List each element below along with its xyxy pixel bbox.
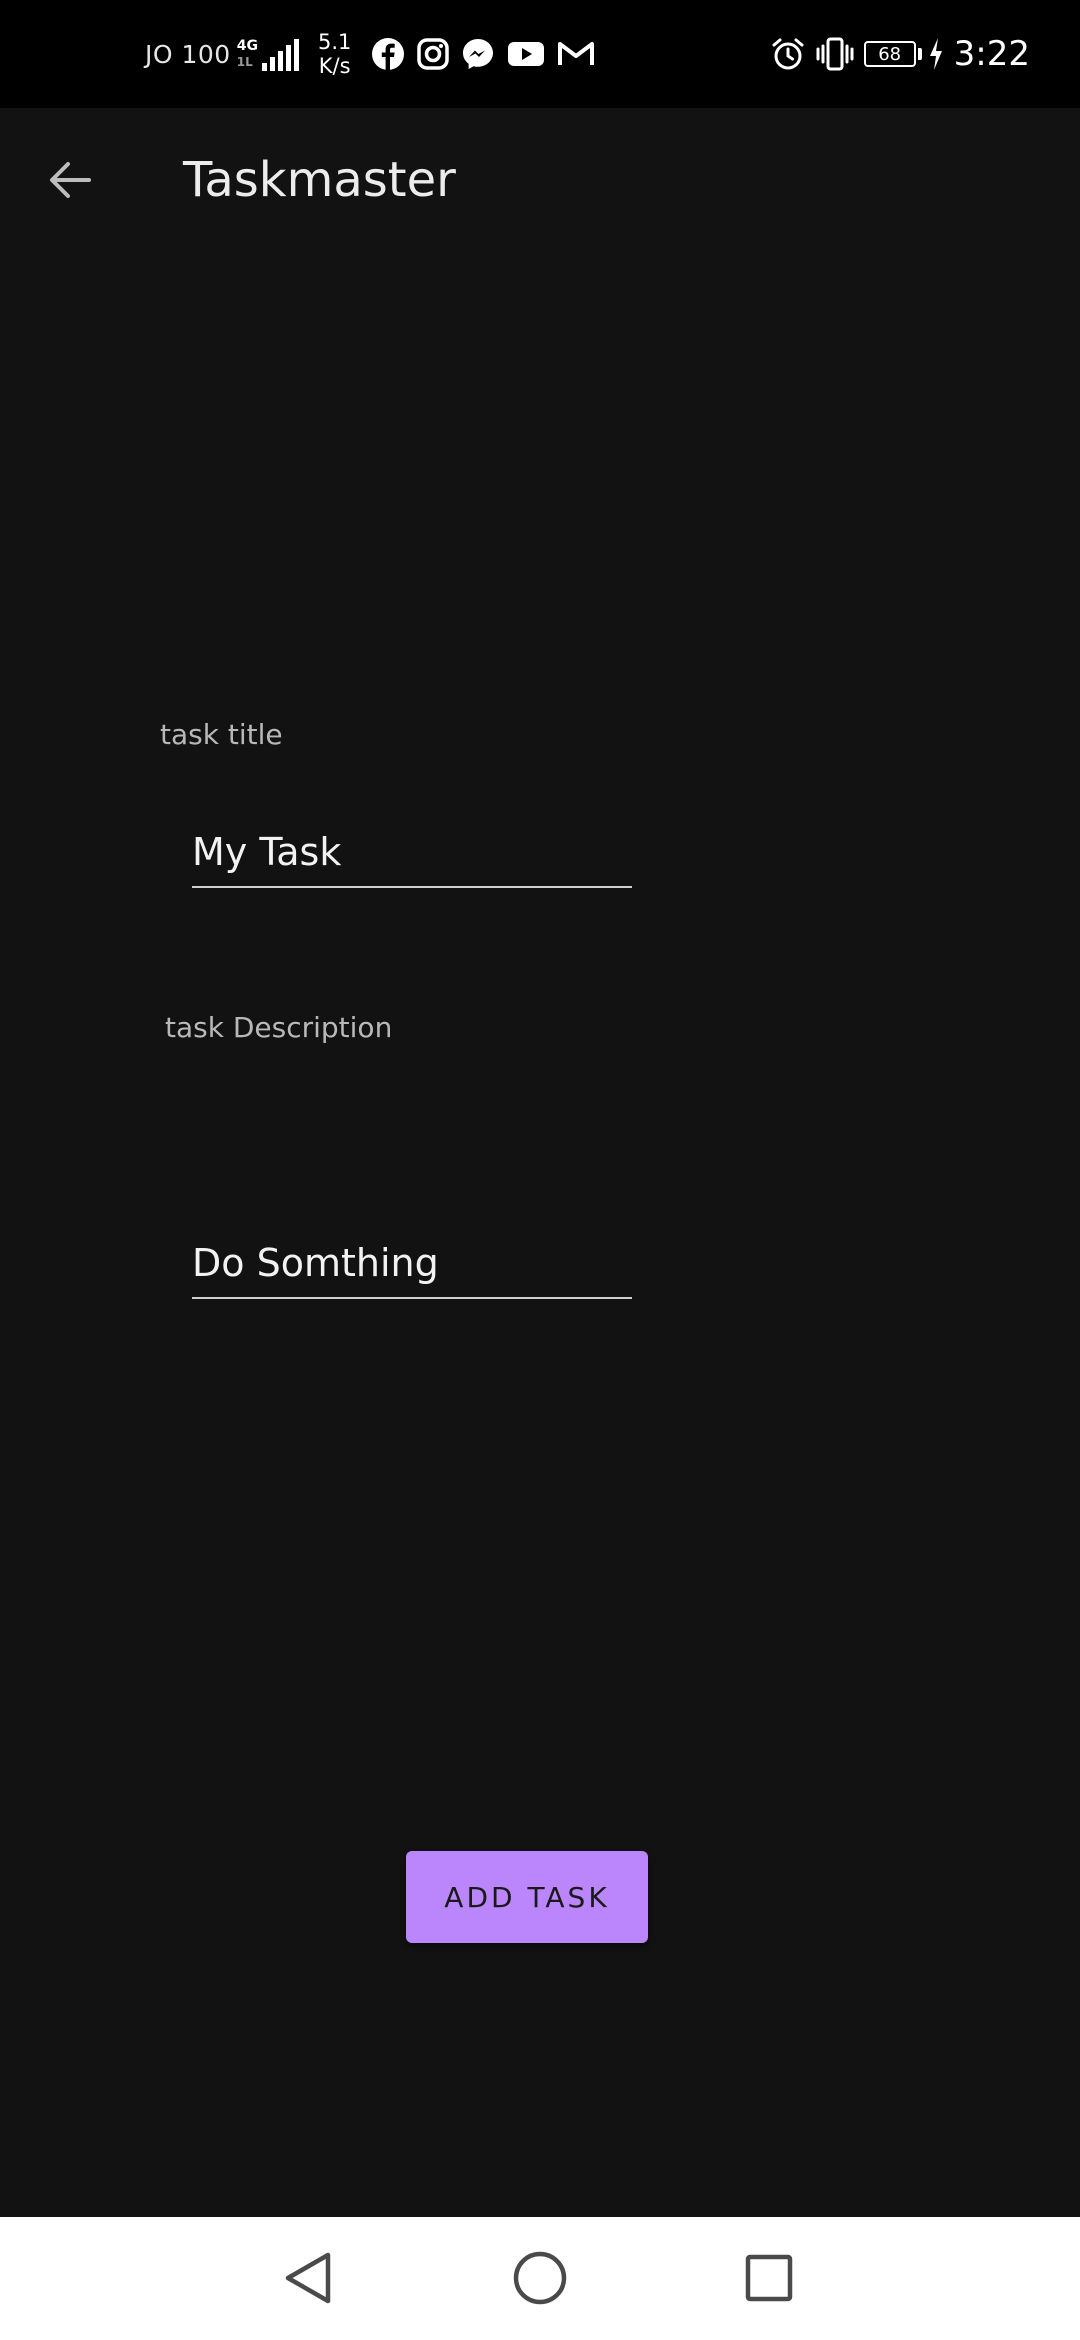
nav-home-icon xyxy=(513,2251,567,2305)
speed-unit: K/s xyxy=(318,54,351,78)
youtube-icon xyxy=(508,42,545,66)
signal-icon xyxy=(261,37,302,71)
network-sub-label: 1L xyxy=(236,55,253,69)
battery-icon: 68 xyxy=(863,41,916,67)
task-description-field[interactable] xyxy=(192,1229,632,1299)
network-type-label: 4G xyxy=(236,38,258,54)
network-type: 4G 1L xyxy=(237,38,258,70)
messenger-icon xyxy=(463,39,494,69)
status-bar: JO 100 4G 1L 5.1 K/s 68 3:22 xyxy=(0,0,1080,108)
task-description-label: task Description xyxy=(165,1011,393,1044)
app-bar: Taskmaster xyxy=(0,108,1080,252)
nav-back-icon xyxy=(285,2252,331,2304)
carrier-label: JO 100 xyxy=(145,39,231,69)
task-title-field[interactable] xyxy=(192,818,632,888)
add-task-button[interactable]: ADD TASK xyxy=(406,1851,648,1943)
speed-value: 5.1 xyxy=(317,30,352,54)
system-nav-bar xyxy=(0,2217,1080,2340)
task-title-label: task title xyxy=(160,718,283,751)
nav-home-button[interactable] xyxy=(500,2238,580,2318)
task-description-input[interactable] xyxy=(192,1229,632,1297)
arrow-left-icon xyxy=(50,162,91,198)
instagram-icon xyxy=(417,38,450,70)
battery-nub xyxy=(917,48,922,60)
status-left: JO 100 4G 1L 5.1 K/s xyxy=(145,0,606,108)
nav-recents-icon xyxy=(745,2254,793,2302)
task-title-input[interactable] xyxy=(192,818,632,886)
vibrate-icon xyxy=(816,37,854,71)
nav-recents-button[interactable] xyxy=(729,2238,809,2318)
alarm-icon xyxy=(772,38,804,70)
charging-icon xyxy=(929,38,942,70)
status-right: 68 3:22 xyxy=(770,0,1030,108)
clock: 3:22 xyxy=(953,34,1030,74)
facebook-icon xyxy=(372,38,405,70)
screen: JO 100 4G 1L 5.1 K/s 68 3:22 Taskmaster … xyxy=(0,0,1080,2340)
page-title: Taskmaster xyxy=(183,152,456,208)
notification-icons xyxy=(371,37,606,71)
network-speed: 5.1 K/s xyxy=(318,30,351,78)
back-button[interactable] xyxy=(34,144,106,216)
gmail-icon xyxy=(558,42,595,65)
nav-back-button[interactable] xyxy=(268,2238,348,2318)
battery-level: 68 xyxy=(878,43,902,65)
